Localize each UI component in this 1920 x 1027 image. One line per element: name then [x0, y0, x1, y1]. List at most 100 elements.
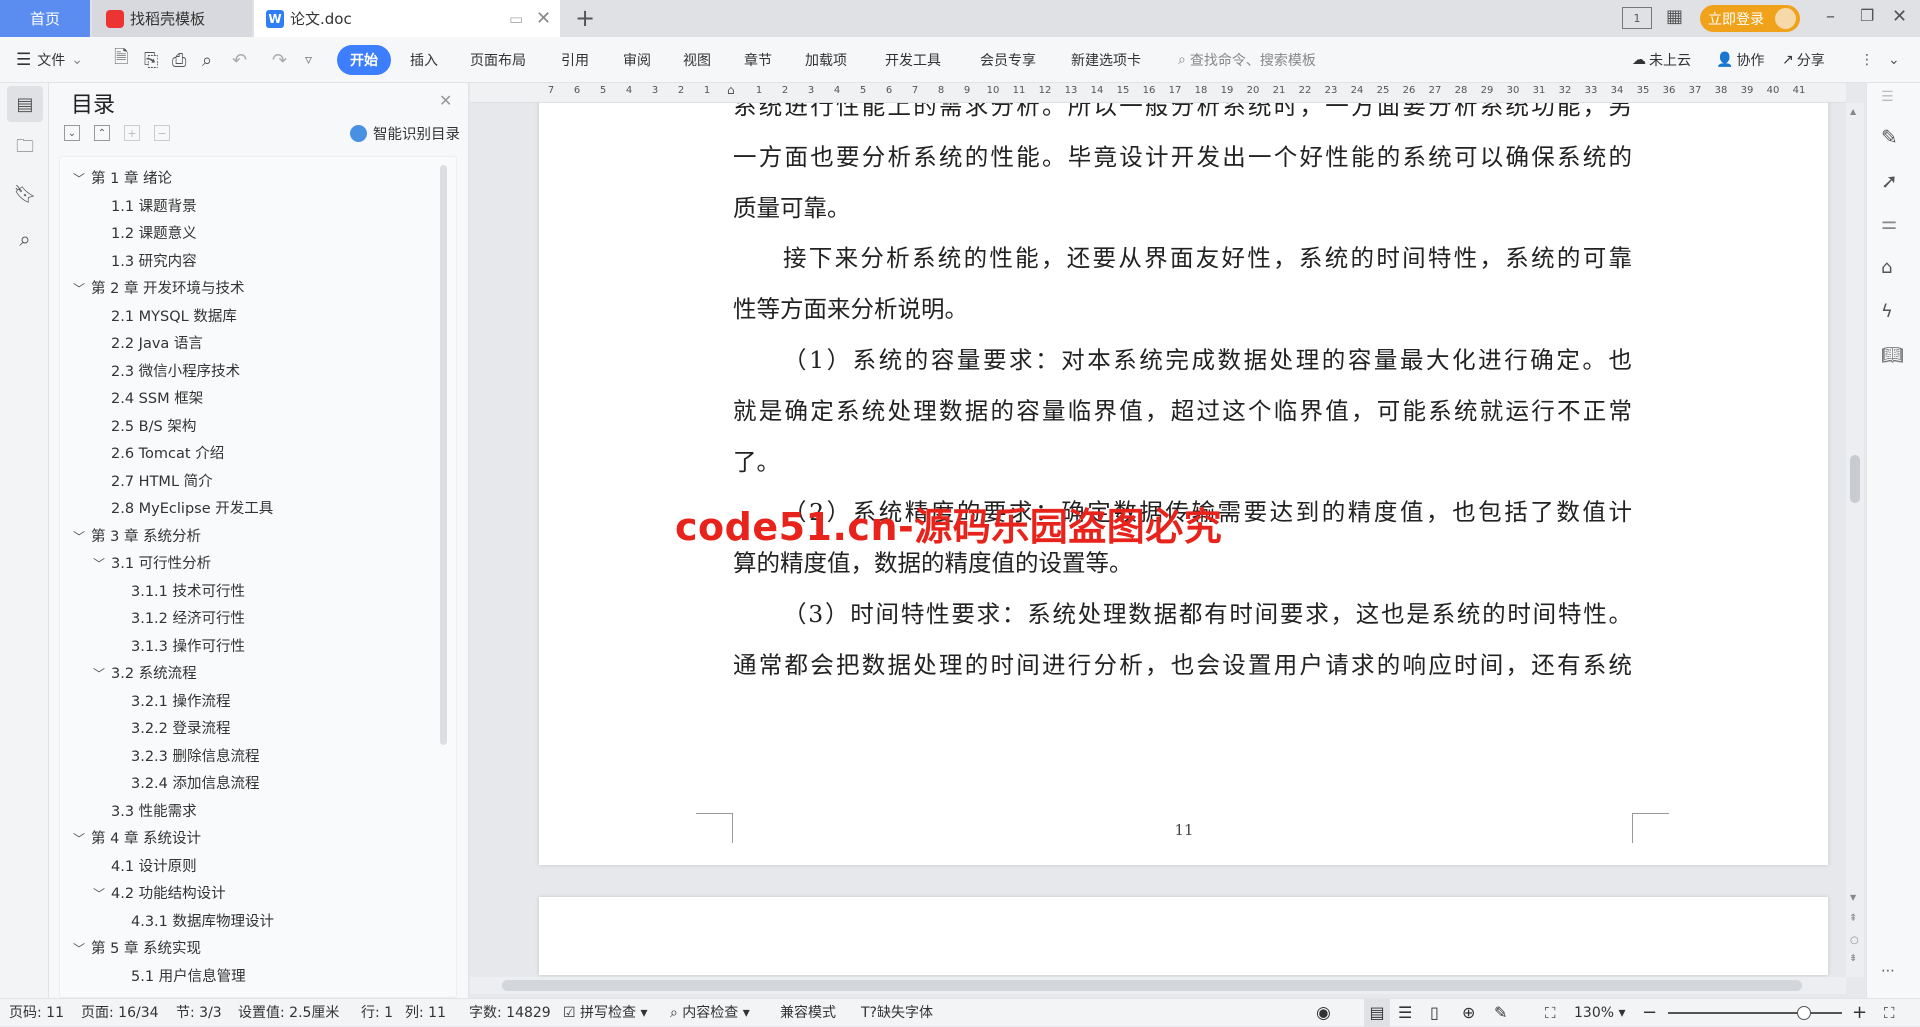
ribbon-tab-home[interactable]: 开始	[337, 45, 391, 75]
spell-check-button[interactable]: ☑ 拼写检查 ▾	[563, 999, 648, 1027]
toc-item[interactable]: ﹀ 3.1 可行性分析	[93, 551, 211, 578]
row-indicator[interactable]: 行: 1	[361, 999, 393, 1027]
add-level-icon[interactable]: +	[124, 125, 140, 141]
tab-document[interactable]: W 论文.doc ▭ ✕	[254, 0, 560, 37]
more-options-icon[interactable]: ⋯	[1881, 963, 1895, 979]
scroll-thumb[interactable]	[502, 980, 1802, 991]
layout-icon[interactable]: 1	[1622, 7, 1652, 29]
horizontal-ruler[interactable]: 7 6 5 4 3 2 1 1 2 3 4 5 6 7 8 9 10 11 12 13 14 15 16 17 18 19 20 21…	[470, 83, 1846, 103]
eye-protection-icon[interactable]: ◉	[1316, 999, 1331, 1027]
smart-toc-button[interactable]: 智能识别目录	[350, 123, 460, 144]
word-count[interactable]: 字数: 14829	[469, 999, 551, 1027]
setting-value[interactable]: 设置值: 2.5厘米	[238, 999, 339, 1027]
more-icon[interactable]: ⋮	[1860, 37, 1874, 83]
pen-icon[interactable]: ✎	[1881, 125, 1898, 149]
zoom-in-icon[interactable]: +	[1852, 999, 1867, 1027]
collaborate-button[interactable]: 👤 协作	[1716, 37, 1764, 83]
zoom-out-icon[interactable]: −	[1642, 999, 1657, 1027]
zoom-slider[interactable]	[1668, 1006, 1842, 1020]
prev-page-icon[interactable]: ⇞	[1849, 913, 1857, 924]
ribbon-tab-section[interactable]: 章节	[744, 37, 772, 83]
toc-item[interactable]: 2.8 MyEclipse 开发工具	[93, 496, 273, 523]
reader-icon[interactable]: 📖︎	[1881, 345, 1904, 366]
toc-item[interactable]: ﹀ 第 1 章 绪论	[73, 166, 172, 193]
panel-toggle-icon[interactable]: ☰	[1881, 89, 1894, 105]
cloud-status-button[interactable]: ☁ 未上云	[1632, 37, 1691, 83]
chevron-down-icon[interactable]: ﹀	[73, 936, 91, 963]
share-button[interactable]: ↗ 分享	[1782, 37, 1825, 83]
export-pdf-icon[interactable]: ⎘	[144, 37, 158, 83]
write-view-icon[interactable]: ✎	[1494, 999, 1507, 1027]
toc-item[interactable]: ﹀ 3.2 系统流程	[93, 661, 197, 688]
toc-item[interactable]: 3.1.2 经济可行性	[113, 606, 245, 633]
select-cursor-icon[interactable]: ➚	[1881, 169, 1898, 193]
file-menu[interactable]: ☰ 文件 ⌄	[16, 37, 83, 83]
command-search[interactable]: ⌕ 查找命令、搜索模板	[1178, 37, 1316, 83]
fit-icon[interactable]: ⛶	[1545, 999, 1556, 1027]
scroll-down-icon[interactable]: ▼	[1850, 893, 1856, 902]
toc-item[interactable]: 3.2.4 添加信息流程	[113, 771, 260, 798]
tab-home[interactable]: 首页	[0, 0, 90, 37]
collapse-all-icon[interactable]: ⌃	[94, 125, 110, 141]
missing-font-button[interactable]: T?缺失字体	[861, 999, 933, 1027]
chevron-down-icon[interactable]: ﹀	[73, 276, 91, 303]
ribbon-tab-new[interactable]: 新建选项卡	[1071, 37, 1141, 83]
section-count[interactable]: 节: 3/3	[176, 999, 222, 1027]
bookmark-icon[interactable]: 🔖︎	[7, 176, 43, 212]
restore-icon[interactable]: ❐	[1860, 6, 1874, 25]
toc-item[interactable]: 2.2 Java 语言	[93, 331, 203, 358]
column-indicator[interactable]: 列: 11	[405, 999, 446, 1027]
tab-docer-templates[interactable]: 找稻壳模板	[92, 0, 252, 37]
chapter-nav-icon[interactable]: 🗀	[7, 131, 43, 167]
toc-item[interactable]: 3.2.3 删除信息流程	[113, 744, 260, 771]
toc-item[interactable]: 2.6 Tomcat 介绍	[93, 441, 224, 468]
chevron-down-icon[interactable]: ﹀	[73, 826, 91, 853]
vertical-scrollbar[interactable]: ▲ ▼ ⇞ ○ ⇟	[1846, 103, 1864, 977]
toc-item[interactable]: 2.1 MYSQL 数据库	[93, 304, 237, 331]
toc-item[interactable]: 2.3 微信小程序技术	[93, 359, 240, 386]
ribbon-tab-member[interactable]: 会员专享	[980, 37, 1036, 83]
zoom-level[interactable]: 130% ▾	[1574, 999, 1626, 1027]
toc-item[interactable]: 4.1 设计原则	[93, 854, 197, 881]
ribbon-tab-page-layout[interactable]: 页面布局	[470, 37, 526, 83]
toc-item[interactable]: 5.1 用户信息管理	[113, 964, 246, 991]
toc-item[interactable]: 3.1.1 技术可行性	[113, 579, 245, 606]
chevron-down-icon[interactable]: ﹀	[73, 166, 91, 193]
scroll-thumb[interactable]	[1850, 455, 1860, 503]
chevron-down-icon[interactable]: ﹀	[93, 551, 111, 578]
ribbon-tab-review[interactable]: 审阅	[623, 37, 651, 83]
search-icon[interactable]: ⌕	[7, 221, 43, 257]
toc-item[interactable]: 4.3.1 数据库物理设计	[113, 909, 274, 936]
pin-icon[interactable]: ▭	[509, 10, 523, 28]
ribbon-tab-references[interactable]: 引用	[561, 37, 589, 83]
zoom-slider-thumb[interactable]	[1797, 1006, 1812, 1020]
indent-marker-icon[interactable]: ⌂	[727, 83, 735, 97]
page-view-icon[interactable]: ▤	[1364, 999, 1390, 1027]
save-icon[interactable]: 🗎	[114, 37, 128, 83]
horizontal-scrollbar[interactable]	[470, 977, 1846, 994]
close-window-icon[interactable]: ✕	[1892, 6, 1907, 27]
toc-item[interactable]: 2.4 SSM 框架	[93, 386, 203, 413]
fullscreen-icon[interactable]: ⛶	[1884, 999, 1895, 1027]
login-button[interactable]: 立即登录	[1700, 5, 1800, 32]
toc-item[interactable]: 1.3 研究内容	[93, 249, 197, 276]
chevron-down-icon[interactable]: ﹀	[93, 881, 111, 908]
close-icon[interactable]: ✕	[439, 91, 452, 110]
toc-item[interactable]: ﹀ 第 3 章 系统分析	[73, 524, 201, 551]
undo-icon[interactable]: ↶	[232, 37, 247, 83]
toc-item[interactable]: 3.2.2 登录流程	[113, 716, 231, 743]
ribbon-tab-insert[interactable]: 插入	[410, 37, 438, 83]
toc-scrollbar[interactable]	[440, 165, 447, 745]
toc-item[interactable]: 2.7 HTML 简介	[93, 469, 213, 496]
toc-item[interactable]: 3.3 性能需求	[93, 799, 197, 826]
outline-view-icon[interactable]: ☰	[1398, 999, 1412, 1027]
remove-level-icon[interactable]: −	[154, 125, 170, 141]
store-icon[interactable]: ⌂	[1881, 257, 1892, 278]
document-page[interactable]: 系统进行性能上的需求分析。所以一般分析系统时，一方面要分析系统功能，另 一方面也要…	[539, 103, 1828, 865]
toc-item[interactable]: 3.2.1 操作流程	[113, 689, 231, 716]
customize-icon[interactable]: ▿	[305, 37, 312, 83]
ribbon-tab-view[interactable]: 视图	[683, 37, 711, 83]
toc-item[interactable]: ﹀ 第 4 章 系统设计	[73, 826, 201, 853]
expand-all-icon[interactable]: ⌄	[64, 125, 80, 141]
redo-icon[interactable]: ↷	[272, 37, 287, 83]
